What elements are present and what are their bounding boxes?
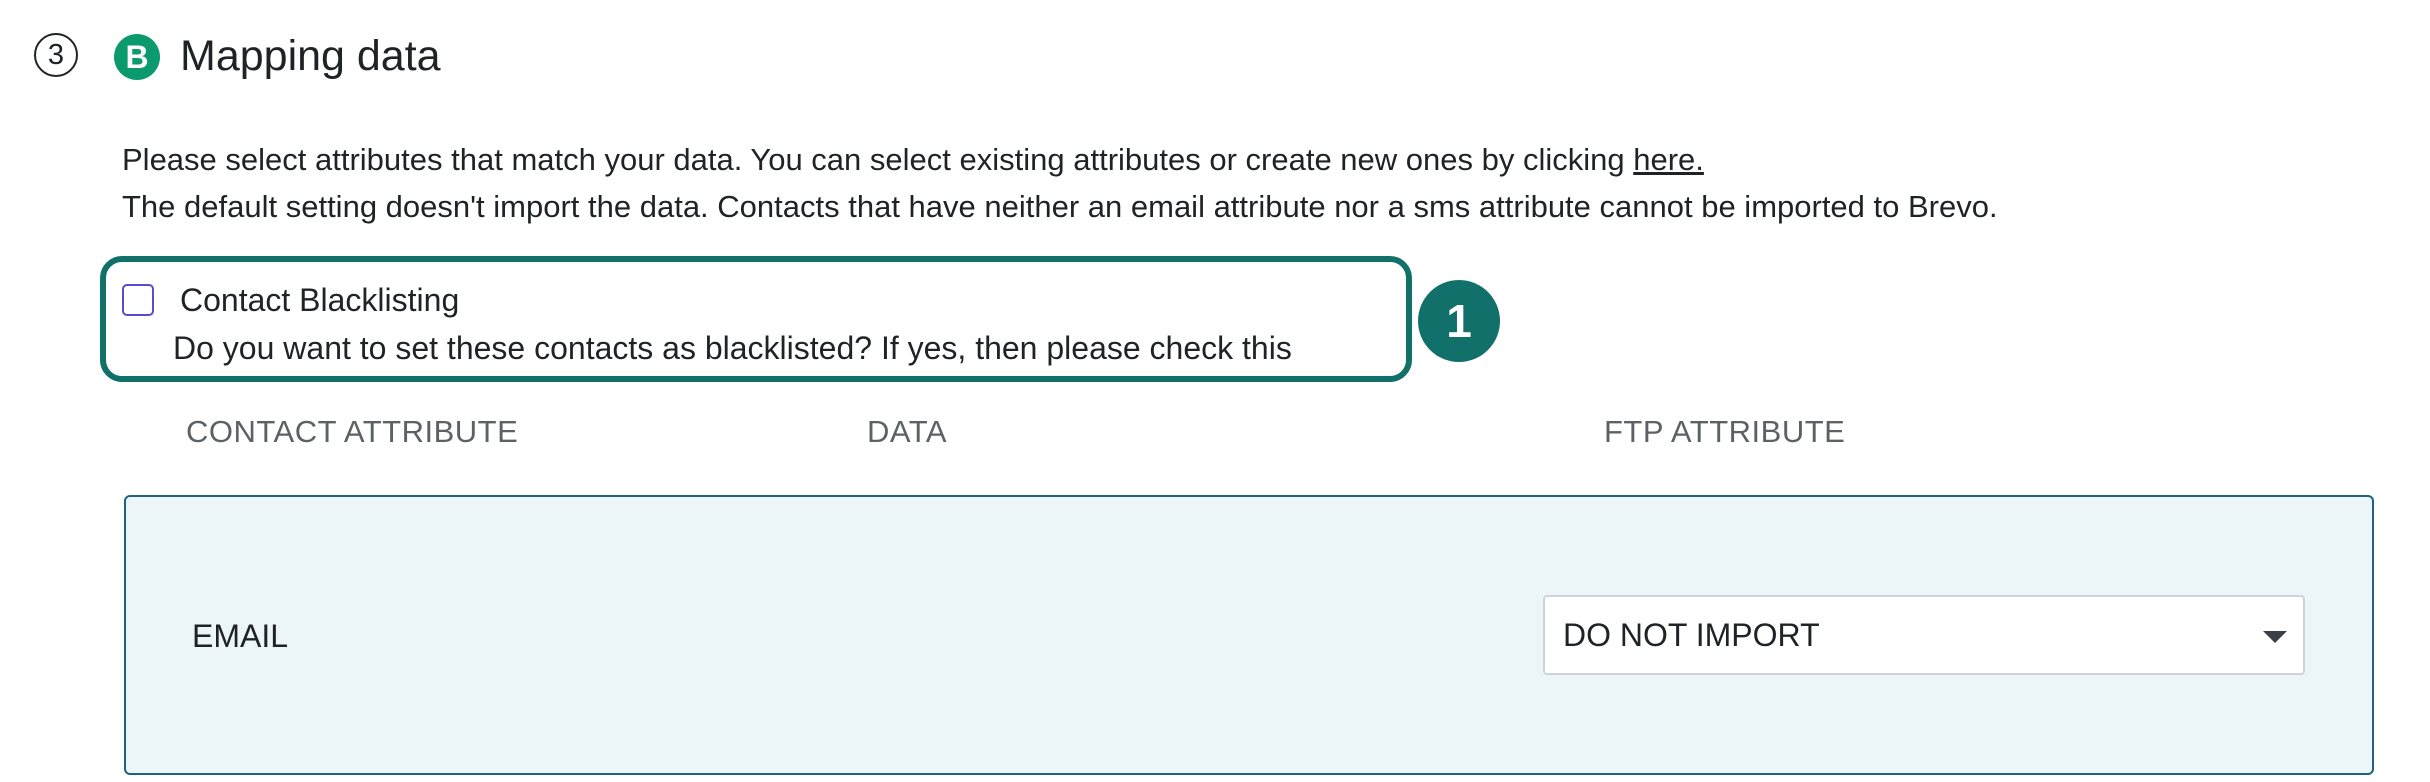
callout-number-badge: 1 <box>1418 280 1500 362</box>
create-attributes-link[interactable]: here. <box>1633 142 1704 177</box>
section-title: Mapping data <box>180 32 441 80</box>
brevo-logo-icon: B <box>114 34 160 80</box>
blacklist-help-text: Do you want to set these contacts as bla… <box>173 330 1292 366</box>
column-header-contact-attribute: CONTACT ATTRIBUTE <box>186 414 519 449</box>
callout-number: 1 <box>1446 295 1472 347</box>
blacklist-label[interactable]: Contact Blacklisting <box>180 280 459 320</box>
row-attribute-name: EMAIL <box>192 618 289 654</box>
step-number-badge: 3 <box>34 33 78 77</box>
brevo-logo-letter: B <box>125 38 149 75</box>
chevron-down-icon <box>2263 631 2287 643</box>
column-header-ftp-attribute: FTP ATTRIBUTE <box>1604 414 1846 449</box>
ftp-attribute-select[interactable]: DO NOT IMPORT <box>1543 595 2305 675</box>
description-line-2: The default setting doesn't import the d… <box>122 189 1998 224</box>
description-line-1: Please select attributes that match your… <box>122 140 1704 180</box>
step-number: 3 <box>47 38 65 71</box>
description-text-1: Please select attributes that match your… <box>122 142 1634 177</box>
blacklist-checkbox[interactable] <box>122 284 154 316</box>
ftp-attribute-selected-value: DO NOT IMPORT <box>1563 617 1820 653</box>
column-header-data: DATA <box>867 414 948 449</box>
mapping-data-page: 3 B Mapping data Please select attribute… <box>0 0 2430 782</box>
